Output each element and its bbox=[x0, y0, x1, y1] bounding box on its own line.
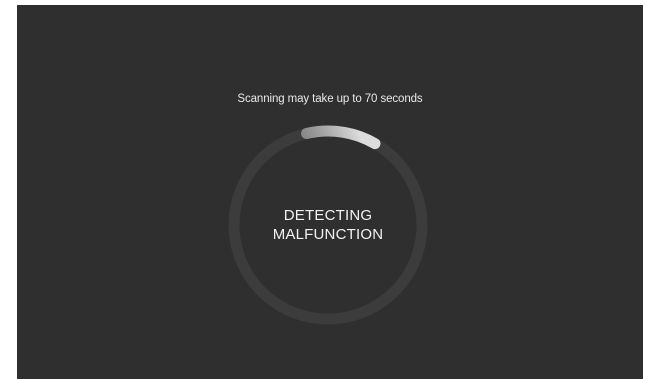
scan-status-line-1: DETECTING bbox=[283, 207, 373, 224]
scan-duration-hint: Scanning may take up to 70 seconds bbox=[237, 93, 423, 105]
scan-screen: Scanning may take up to 70 seconds DETEC… bbox=[17, 5, 643, 379]
scan-status-line-2: MALFUNCTION bbox=[272, 226, 384, 243]
scan-status: DETECTING MALFUNCTION bbox=[226, 123, 430, 327]
scan-progress-ring: DETECTING MALFUNCTION bbox=[226, 123, 430, 327]
